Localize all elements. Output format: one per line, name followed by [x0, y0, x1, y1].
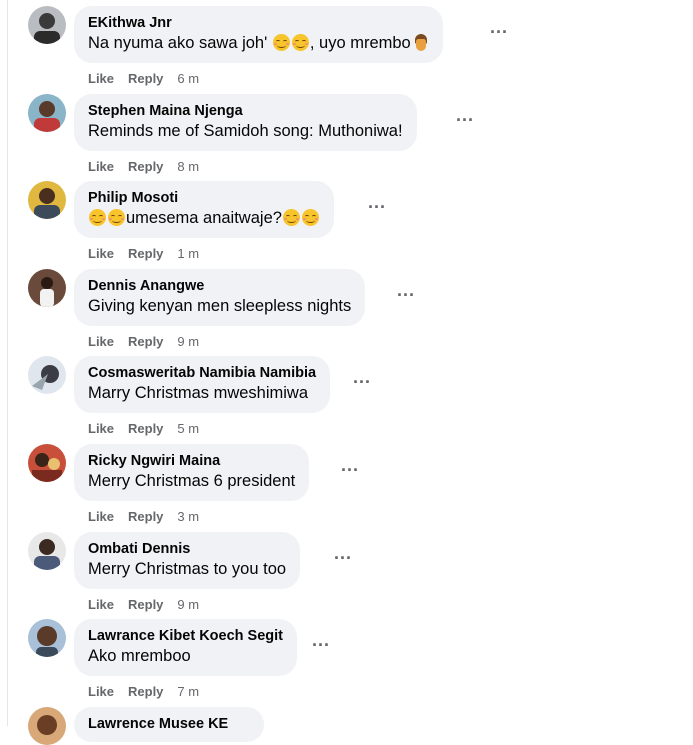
more-options-icon[interactable]: ...	[490, 18, 508, 36]
like-button[interactable]: Like	[88, 159, 114, 174]
like-button[interactable]: Like	[88, 246, 114, 261]
comment-actions: Like Reply 3 m	[88, 509, 213, 524]
comment-timestamp[interactable]: 3 m	[177, 509, 199, 524]
comment-text-part: Na nyuma ako sawa joh'	[88, 34, 272, 52]
comment-actions: Like Reply 9 m	[88, 334, 213, 349]
avatar[interactable]	[28, 356, 66, 394]
more-options-icon[interactable]: ...	[397, 281, 415, 299]
comment-actions: Like Reply 9 m	[88, 597, 213, 612]
comment-timestamp[interactable]: 8 m	[177, 159, 199, 174]
reply-button[interactable]: Reply	[128, 71, 163, 86]
comment-text: Na nyuma ako sawa joh' , uyo mrembo	[88, 32, 429, 54]
like-button[interactable]: Like	[88, 71, 114, 86]
avatar[interactable]	[28, 269, 66, 307]
comment-timestamp[interactable]: 1 m	[177, 246, 199, 261]
avatar[interactable]	[28, 94, 66, 132]
reply-button[interactable]: Reply	[128, 334, 163, 349]
like-button[interactable]: Like	[88, 597, 114, 612]
comment-timestamp[interactable]: 6 m	[177, 71, 199, 86]
avatar[interactable]	[28, 181, 66, 219]
comment-author[interactable]: Ricky Ngwiri Maina	[88, 452, 295, 470]
like-button[interactable]: Like	[88, 509, 114, 524]
like-button[interactable]: Like	[88, 684, 114, 699]
like-button[interactable]: Like	[88, 334, 114, 349]
comment-bubble: Ombati Dennis Merry Christmas to you too	[74, 532, 301, 589]
comment-bubble: Cosmasweritab Namibia Namibia Marry Chri…	[74, 356, 331, 413]
avatar[interactable]	[28, 707, 66, 745]
reply-button[interactable]: Reply	[128, 421, 163, 436]
more-options-icon[interactable]: ...	[456, 106, 474, 124]
comment-text: Ako mremboo	[88, 647, 191, 665]
comment-author[interactable]: Dennis Anangwe	[88, 277, 351, 295]
comment-text: umesema anaitwaje?	[88, 207, 320, 229]
comment-text: Merry Christmas 6 president	[88, 472, 296, 490]
comment-actions: Like Reply 7 m	[88, 684, 213, 699]
avatar[interactable]	[28, 6, 66, 44]
smiling-face-icon	[301, 209, 319, 226]
avatar[interactable]	[28, 444, 66, 482]
more-options-icon[interactable]: ...	[312, 631, 330, 649]
smiling-face-icon	[272, 34, 290, 51]
reply-button[interactable]: Reply	[128, 597, 163, 612]
comment-text: Marry Christmas mweshimiwa	[88, 384, 309, 402]
comment-bubble: Stephen Maina Njenga Reminds me of Samid…	[74, 94, 417, 151]
smiling-face-icon	[282, 209, 300, 226]
like-button[interactable]: Like	[88, 421, 114, 436]
comment-timestamp[interactable]: 9 m	[177, 597, 199, 612]
comment-author[interactable]: Lawrence Musee KE	[88, 715, 228, 733]
avatar[interactable]	[28, 532, 66, 570]
comment-text: Merry Christmas to you too	[88, 560, 287, 578]
comment-actions: Like Reply 6 m	[88, 71, 213, 86]
comment-bubble: EKithwa Jnr Na nyuma ako sawa joh' , uyo…	[74, 6, 443, 63]
smiling-face-icon	[291, 34, 309, 51]
reply-button[interactable]: Reply	[128, 159, 163, 174]
comment-text-part: umesema anaitwaje?	[126, 209, 282, 227]
comment-bubble: Ricky Ngwiri Maina Merry Christmas 6 pre…	[74, 444, 310, 501]
thread-divider-line	[7, 0, 8, 726]
comment-author[interactable]: Cosmasweritab Namibia Namibia	[88, 364, 316, 382]
comment-bubble: Philip Mosoti umesema anaitwaje?	[74, 181, 334, 238]
comment-timestamp[interactable]: 7 m	[177, 684, 199, 699]
comment-author[interactable]: Lawrance Kibet Koech Segit	[88, 627, 283, 645]
comment-actions: Like Reply 5 m	[88, 421, 213, 436]
comment-author[interactable]: Ombati Dennis	[88, 540, 286, 558]
reply-button[interactable]: Reply	[128, 246, 163, 261]
comment-author[interactable]: Stephen Maina Njenga	[88, 102, 403, 120]
comment-bubble: Lawrance Kibet Koech Segit Ako mremboo	[74, 619, 297, 676]
avatar[interactable]	[28, 619, 66, 657]
comment-author[interactable]: Philip Mosoti	[88, 189, 320, 207]
comment-text-part: , uyo mrembo	[309, 34, 411, 52]
comment-timestamp[interactable]: 9 m	[177, 334, 199, 349]
reply-button[interactable]: Reply	[128, 509, 163, 524]
more-options-icon[interactable]: ...	[334, 544, 352, 562]
comment-actions: Like Reply 1 m	[88, 246, 213, 261]
more-options-icon[interactable]: ...	[368, 193, 386, 211]
smiling-face-icon	[89, 209, 106, 226]
comment-actions: Like Reply 8 m	[88, 159, 213, 174]
comment-timestamp[interactable]: 5 m	[177, 421, 199, 436]
reply-button[interactable]: Reply	[128, 684, 163, 699]
smiling-face-icon	[108, 209, 125, 226]
comment-text: Reminds me of Samidoh song: Muthoniwa!	[88, 122, 403, 140]
facepalm-icon	[413, 33, 429, 51]
more-options-icon[interactable]: ...	[341, 456, 359, 474]
comment-bubble: Dennis Anangwe Giving kenyan men sleeple…	[74, 269, 366, 326]
comment-author[interactable]: EKithwa Jnr	[88, 14, 429, 32]
more-options-icon[interactable]: ...	[353, 368, 371, 386]
comment-bubble: Lawrence Musee KE	[74, 707, 265, 742]
comment-text: Giving kenyan men sleepless nights	[88, 297, 352, 315]
